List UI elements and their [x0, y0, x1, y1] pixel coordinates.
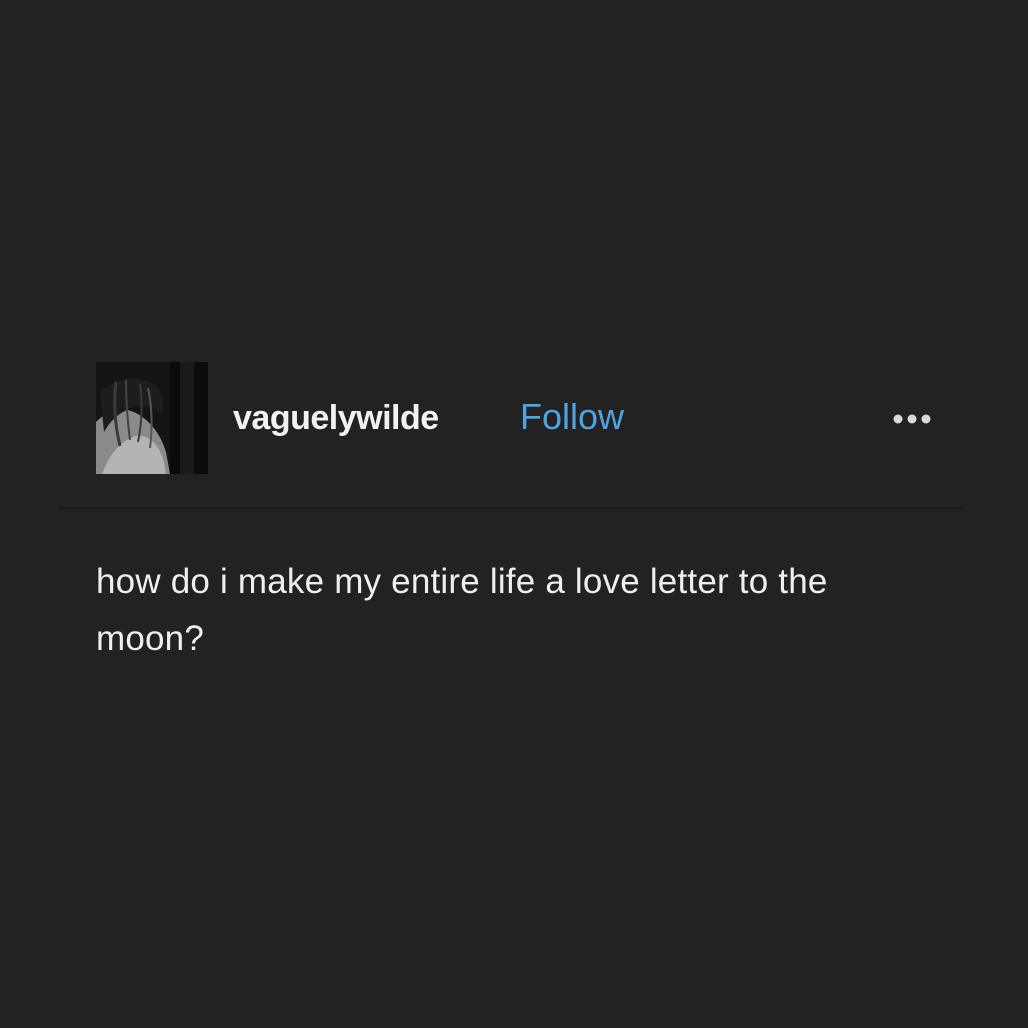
post-text: how do i make my entire life a love lett…: [96, 562, 828, 658]
header-divider: [58, 507, 962, 510]
post-header: vaguelywilde Follow: [96, 362, 936, 474]
avatar-image: [96, 362, 208, 474]
username[interactable]: vaguelywilde: [233, 398, 439, 438]
follow-button[interactable]: Follow: [520, 397, 624, 437]
post-screenshot: vaguelywilde Follow how do i make my ent…: [0, 0, 1028, 1028]
avatar[interactable]: [96, 362, 208, 474]
more-dots-icon[interactable]: [892, 412, 932, 424]
